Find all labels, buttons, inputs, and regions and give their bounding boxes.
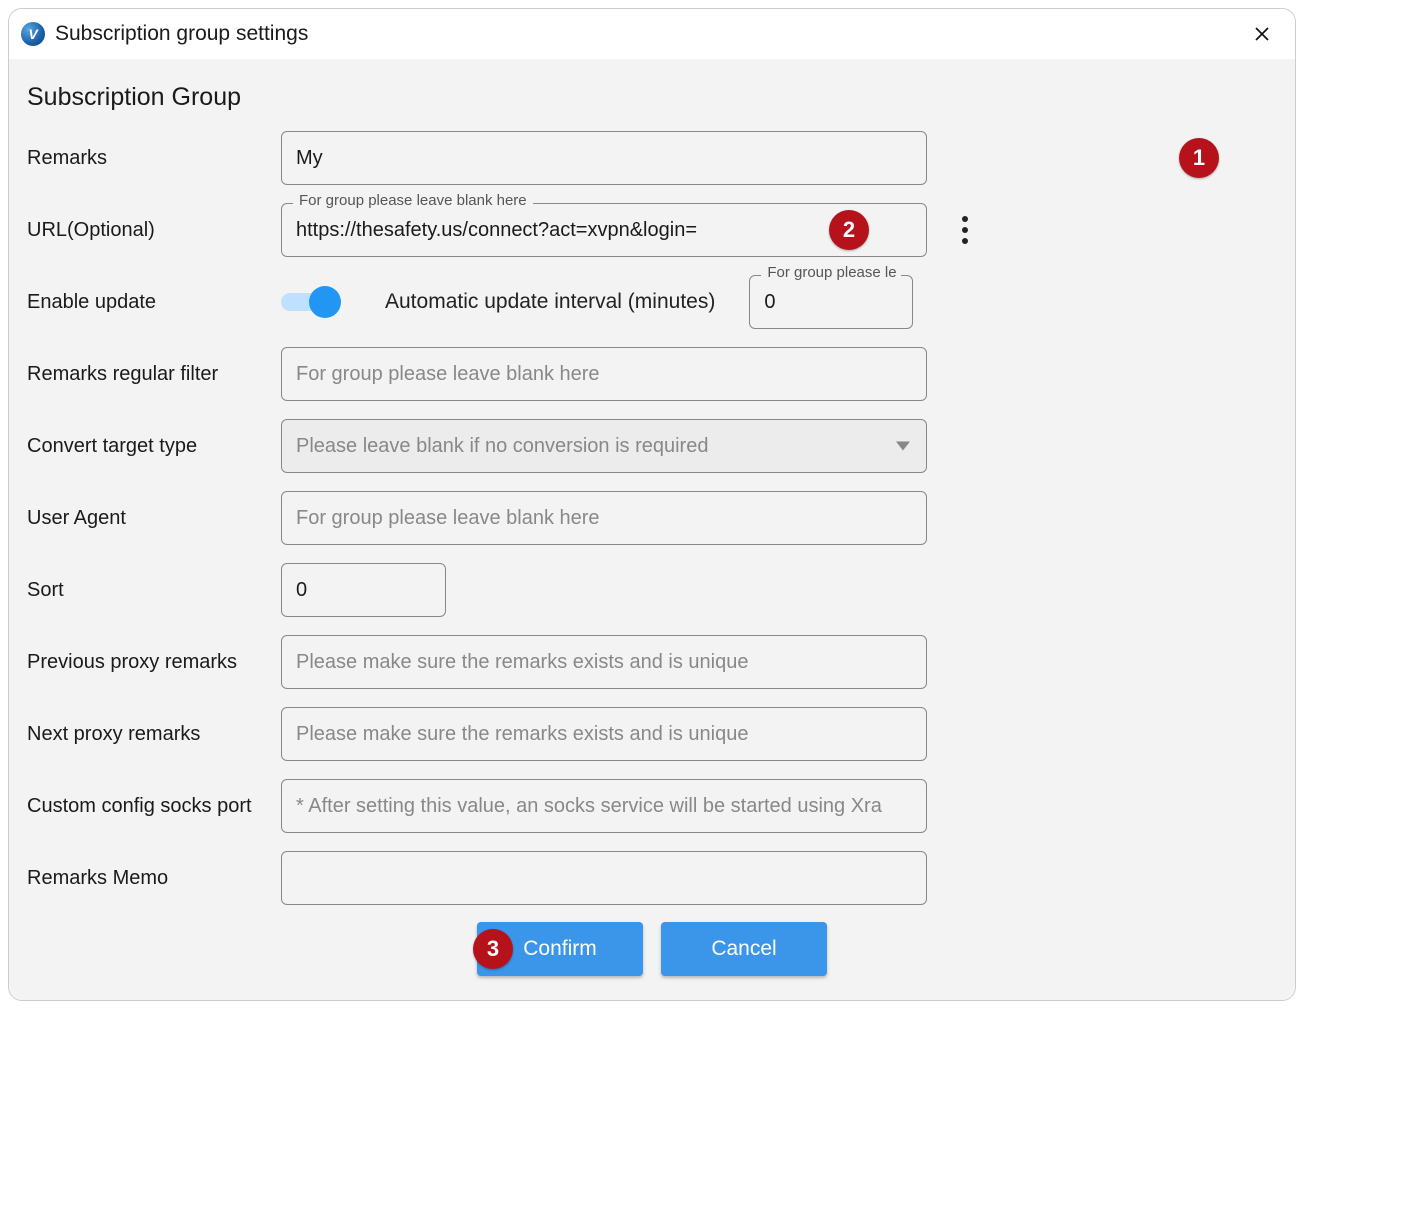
label-remarks-memo: Remarks Memo [27, 867, 281, 890]
update-interval-input[interactable] [749, 275, 913, 329]
convert-target-placeholder: Please leave blank if no conversion is r… [296, 435, 708, 458]
convert-target-select[interactable]: Please leave blank if no conversion is r… [281, 419, 927, 473]
titlebar: V Subscription group settings [9, 9, 1295, 59]
row-user-agent: User Agent [27, 490, 1277, 546]
label-remarks-filter: Remarks regular filter [27, 363, 281, 386]
row-prev-proxy: Previous proxy remarks [27, 634, 1277, 690]
more-vertical-icon [962, 216, 968, 222]
url-more-button[interactable] [953, 210, 977, 250]
label-remarks: Remarks [27, 147, 281, 170]
section-title: Subscription Group [27, 83, 1277, 112]
socks-port-input[interactable] [281, 779, 927, 833]
dialog-window: V Subscription group settings Subscripti… [8, 8, 1296, 1001]
label-socks-port: Custom config socks port [27, 795, 281, 818]
row-next-proxy: Next proxy remarks [27, 706, 1277, 762]
close-icon [1253, 25, 1271, 43]
close-button[interactable] [1245, 17, 1279, 51]
row-enable-update: Enable update Automatic update interval … [27, 274, 1277, 330]
annotation-1: 1 [1179, 138, 1219, 178]
remarks-filter-input[interactable] [281, 347, 927, 401]
label-enable-update: Enable update [27, 291, 281, 314]
next-proxy-input[interactable] [281, 707, 927, 761]
label-url: URL(Optional) [27, 219, 281, 242]
remarks-input[interactable] [281, 131, 927, 185]
prev-proxy-input[interactable] [281, 635, 927, 689]
label-next-proxy: Next proxy remarks [27, 723, 281, 746]
confirm-button[interactable]: Confirm [477, 922, 643, 976]
url-float-label: For group please leave blank here [293, 192, 533, 209]
row-remarks-filter: Remarks regular filter [27, 346, 1277, 402]
interval-float-label: For group please le [761, 264, 901, 281]
label-prev-proxy: Previous proxy remarks [27, 651, 281, 674]
url-input[interactable] [281, 203, 927, 257]
user-agent-input[interactable] [281, 491, 927, 545]
row-remarks-memo: Remarks Memo [27, 850, 1277, 906]
sort-input[interactable] [281, 563, 446, 617]
remarks-memo-input[interactable] [281, 851, 927, 905]
row-sort: Sort [27, 562, 1277, 618]
update-interval-label: Automatic update interval (minutes) [385, 290, 715, 314]
label-user-agent: User Agent [27, 507, 281, 530]
app-icon: V [21, 22, 45, 46]
cancel-button[interactable]: Cancel [661, 922, 827, 976]
chevron-down-icon [896, 435, 910, 458]
label-convert-target: Convert target type [27, 435, 281, 458]
buttons-row: Confirm 3 Cancel [27, 922, 1277, 976]
enable-update-toggle[interactable] [281, 286, 341, 318]
window-title: Subscription group settings [55, 22, 1245, 46]
row-socks-port: Custom config socks port [27, 778, 1277, 834]
row-convert-target: Convert target type Please leave blank i… [27, 418, 1277, 474]
dialog-body: Subscription Group Remarks 1 URL(Optiona… [9, 59, 1295, 1000]
label-sort: Sort [27, 579, 281, 602]
row-remarks: Remarks 1 [27, 130, 1277, 186]
row-url: URL(Optional) For group please leave bla… [27, 202, 1277, 258]
